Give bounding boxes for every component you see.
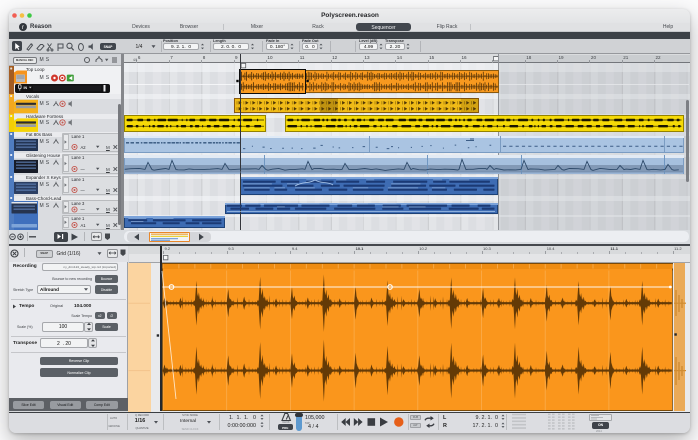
svg-text:r: r: [22, 25, 24, 31]
